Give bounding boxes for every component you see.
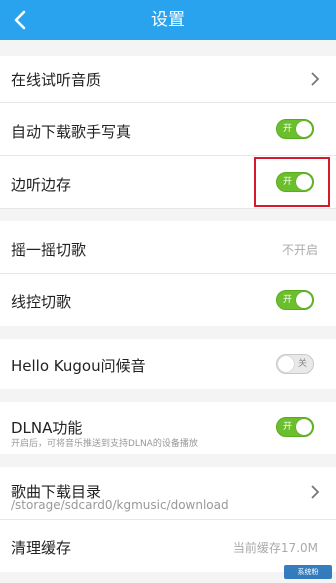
download-path: /storage/sdcard0/kgmusic/download [11,498,229,512]
auto-download-photo-toggle[interactable]: 开 [276,119,314,139]
setting-label: 边听边存 [11,176,72,194]
setting-label: 摇一摇切歌 [11,241,87,259]
highlight-box [254,157,330,207]
top-bar: 设置 [0,0,336,40]
toggle-state-label: 开 [283,295,293,305]
toggle-knob [296,292,312,308]
toggle-knob [296,121,312,137]
setting-label: Hello Kugou问候音 [11,357,146,375]
setting-dlna: DLNA功能 开启后，可将音乐推送到支持DLNA的设备播放 开 [0,402,336,454]
dlna-toggle[interactable]: 开 [276,417,314,437]
watermark-logo: 系统粉 [284,565,332,579]
chevron-right-icon [311,485,320,499]
setting-label: 在线试听音质 [11,71,102,89]
setting-auto-download-photo: 自动下载歌手写真 开 [0,103,336,155]
toggle-state-label: 开 [283,422,293,432]
hello-kugou-toggle[interactable]: 关 [276,354,314,374]
setting-description: 开启后，可将音乐推送到支持DLNA的设备播放 [11,439,198,449]
setting-value: 不开启 [281,243,318,257]
toggle-state-label: 关 [297,359,307,369]
setting-audition-quality[interactable]: 在线试听音质 [0,56,336,102]
setting-label: DLNA功能 [11,419,83,437]
setting-hello-kugou: Hello Kugou问候音 关 [0,339,336,389]
chevron-right-icon [311,72,320,86]
cache-size-value: 当前缓存17.0M [232,541,318,555]
divider [0,208,336,209]
setting-label: 线控切歌 [11,293,72,311]
page-title: 设置 [151,10,185,30]
wire-control-toggle[interactable]: 开 [276,290,314,310]
setting-label: 自动下载歌手写真 [11,123,132,141]
setting-shake-switch[interactable]: 摇一摇切歌 不开启 [0,221,336,273]
toggle-knob [296,419,312,435]
toggle-knob [278,356,294,372]
setting-wire-control: 线控切歌 开 [0,274,336,326]
setting-label: 清理缓存 [11,539,72,557]
setting-download-dir[interactable]: 歌曲下载目录 /storage/sdcard0/kgmusic/download [0,467,336,519]
toggle-state-label: 开 [283,124,293,134]
